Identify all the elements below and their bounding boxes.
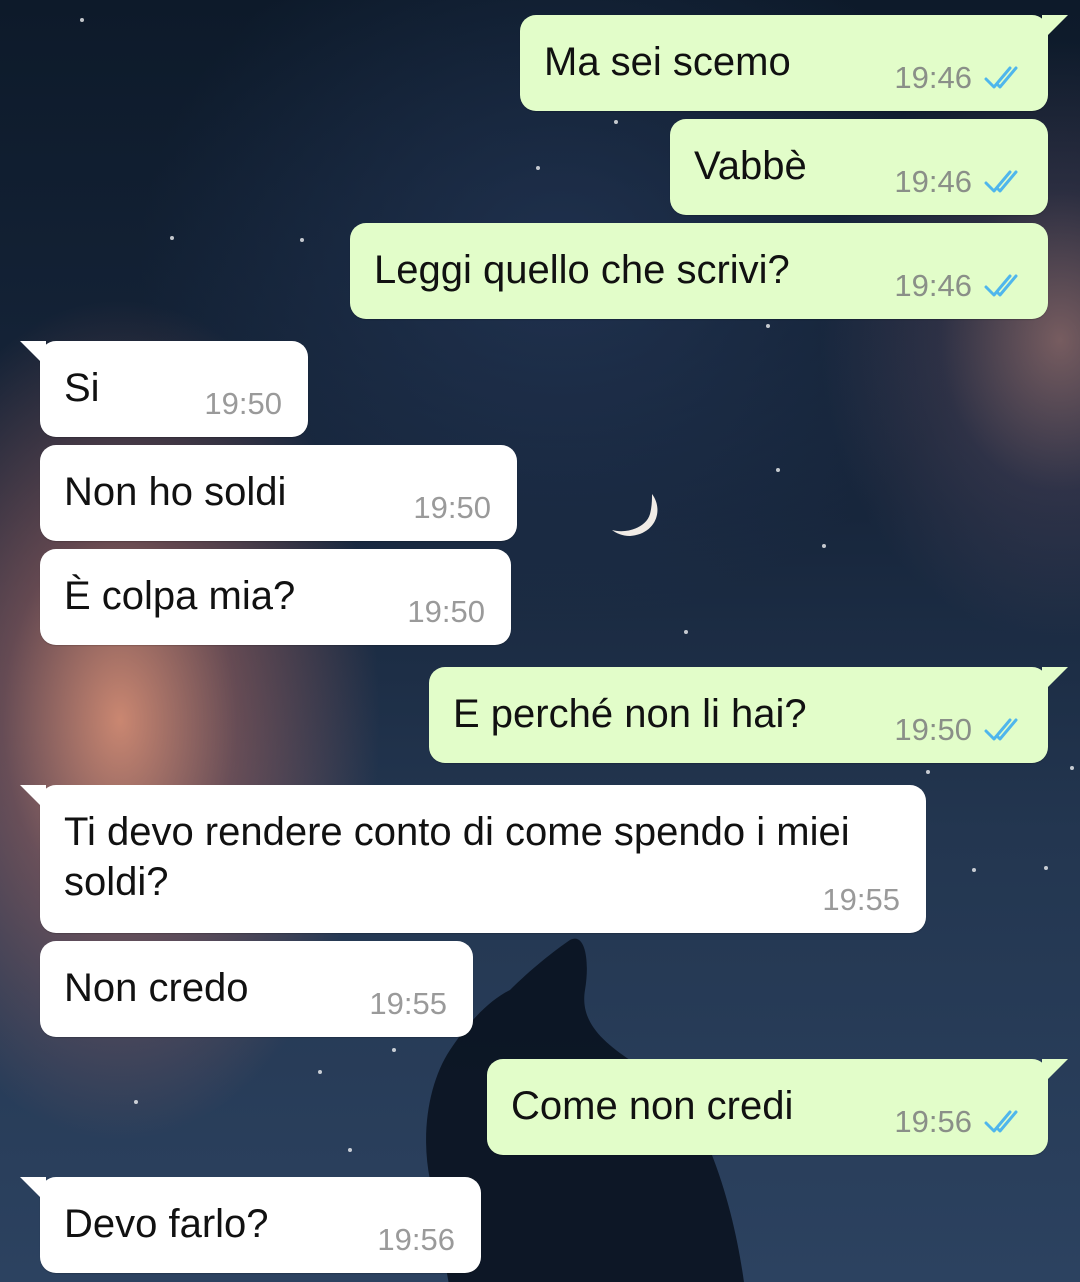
message-bubble-incoming[interactable]: Devo farlo? 19:56: [20, 1177, 481, 1273]
double-check-read-icon: [984, 274, 1018, 297]
wallpaper-star: [536, 166, 540, 170]
message-timestamp: 19:55: [369, 986, 447, 1021]
message-timestamp: 19:46: [894, 268, 972, 303]
message-bubble-incoming[interactable]: Si 19:50: [20, 341, 308, 437]
message-bubble-outgoing[interactable]: Vabbè 19:46: [670, 119, 1048, 215]
wallpaper-star: [318, 1070, 322, 1074]
double-check-read-icon: [984, 66, 1018, 89]
wallpaper-star: [80, 18, 84, 22]
message-bubble-outgoing[interactable]: Come non credi 19:56: [487, 1059, 1068, 1155]
message-timestamp: 19:50: [204, 386, 282, 421]
message-text: E perché non li hai?: [453, 692, 807, 736]
wallpaper-star: [348, 1148, 352, 1152]
message-text: Si: [64, 366, 100, 410]
message-timestamp: 19:46: [894, 60, 972, 95]
wallpaper-star: [1070, 766, 1074, 770]
message-text: Ti devo rendere conto di come spendo i m…: [64, 810, 850, 904]
message-text: Non credo: [64, 966, 249, 1010]
message-text: Leggi quello che scrivi?: [374, 248, 790, 292]
message-bubble-incoming[interactable]: È colpa mia? 19:50: [40, 549, 511, 645]
wallpaper-star: [1044, 866, 1048, 870]
message-timestamp: 19:55: [822, 882, 900, 917]
wallpaper-star: [170, 236, 174, 240]
message-text: Non ho soldi: [64, 470, 287, 514]
wallpaper-star: [766, 324, 770, 328]
message-bubble-outgoing[interactable]: Ma sei scemo 19:46: [520, 15, 1068, 111]
wallpaper-star: [822, 544, 826, 548]
double-check-read-icon: [984, 170, 1018, 193]
message-timestamp: 19:50: [894, 712, 972, 747]
wallpaper-star: [614, 120, 618, 124]
message-text: Devo farlo?: [64, 1202, 269, 1246]
message-text: Ma sei scemo: [544, 40, 791, 84]
wallpaper-star: [134, 1100, 138, 1104]
crescent-moon-icon: [612, 494, 658, 536]
message-text: È colpa mia?: [64, 574, 296, 618]
message-timestamp: 19:50: [407, 594, 485, 629]
message-timestamp: 19:46: [894, 164, 972, 199]
message-text: Vabbè: [694, 144, 807, 188]
message-bubble-incoming[interactable]: Non ho soldi 19:50: [40, 445, 517, 541]
message-bubble-incoming[interactable]: Non credo 19:55: [40, 941, 473, 1037]
message-bubble-outgoing[interactable]: E perché non li hai? 19:50: [429, 667, 1068, 763]
message-bubble-incoming[interactable]: Ti devo rendere conto di come spendo i m…: [20, 785, 926, 933]
double-check-read-icon: [984, 718, 1018, 741]
message-text: Come non credi: [511, 1084, 794, 1128]
message-timestamp: 19:56: [377, 1222, 455, 1257]
message-timestamp: 19:50: [413, 490, 491, 525]
wallpaper-star: [926, 770, 930, 774]
wallpaper-star: [972, 868, 976, 872]
message-bubble-outgoing[interactable]: Leggi quello che scrivi? 19:46: [350, 223, 1048, 319]
double-check-read-icon: [984, 1110, 1018, 1133]
wallpaper-star: [776, 468, 780, 472]
wallpaper-star: [300, 238, 304, 242]
wallpaper-star: [684, 630, 688, 634]
message-timestamp: 19:56: [894, 1104, 972, 1139]
